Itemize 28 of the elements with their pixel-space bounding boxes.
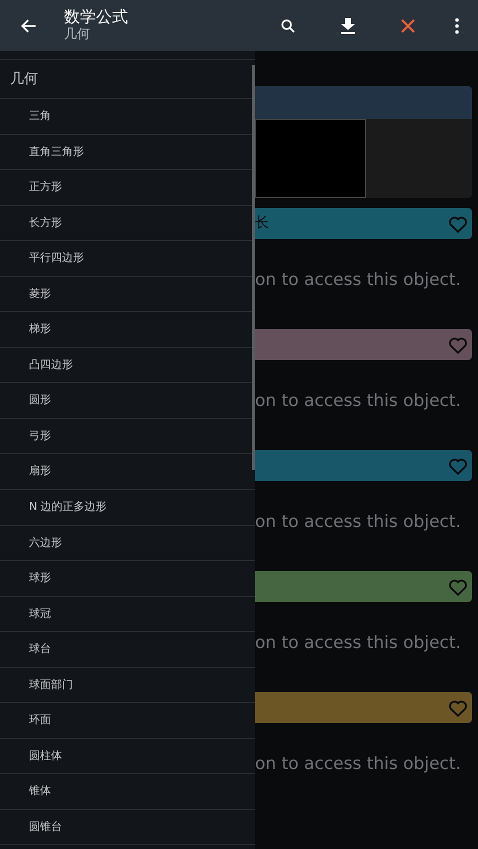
drawer-item[interactable]: 球冠 (0, 596, 255, 632)
download-icon[interactable] (341, 18, 355, 34)
scrollbar[interactable] (252, 65, 255, 470)
heart-icon[interactable] (448, 578, 468, 596)
close-icon[interactable] (401, 18, 415, 32)
drawer-item[interactable]: 圆柱体 (0, 738, 255, 774)
card-title: 长 (255, 214, 269, 233)
locked-message: on to access this object. (255, 633, 461, 653)
heart-icon[interactable] (448, 698, 468, 716)
drawer-item[interactable]: 球面部门 (0, 668, 255, 704)
app-subtitle: 几何 (64, 27, 91, 44)
drawer-item[interactable]: 球台 (0, 632, 255, 668)
drawer-item[interactable]: 六边形 (0, 526, 255, 562)
drawer-item[interactable]: 圆锥台 (0, 810, 255, 846)
locked-message: on to access this object. (255, 270, 461, 290)
heart-icon[interactable] (448, 456, 468, 474)
app-title: 数学公式 (64, 7, 128, 28)
locked-message: on to access this object. (255, 754, 461, 774)
drawer-item[interactable]: 锥体 (0, 774, 255, 810)
drawer-item[interactable]: 环面 (0, 703, 255, 739)
locked-message: on to access this object. (255, 512, 461, 532)
locked-message: on to access this object. (255, 391, 461, 411)
search-icon[interactable] (280, 18, 296, 34)
drawer-item[interactable]: 球形 (0, 561, 255, 597)
drawer-item[interactable]: N 边的正多边形 (0, 490, 255, 526)
more-icon[interactable] (455, 18, 459, 34)
heart-icon[interactable] (448, 336, 468, 354)
heart-icon[interactable] (448, 214, 468, 232)
